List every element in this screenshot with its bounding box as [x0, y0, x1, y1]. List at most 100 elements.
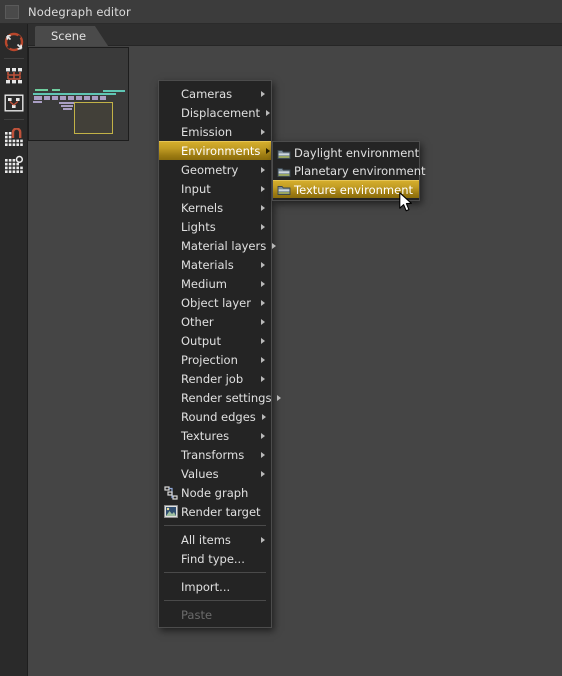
- menu-item-transforms[interactable]: Transforms: [159, 445, 271, 464]
- node-graph-navigator[interactable]: [28, 47, 129, 141]
- render-target-icon: [163, 504, 178, 519]
- menu-item-node-graph[interactable]: Node graph: [159, 483, 271, 502]
- menu-item-cameras[interactable]: Cameras: [159, 84, 271, 103]
- menu-item-label: Render settings: [181, 390, 272, 405]
- nodegraph-editor-window: Nodegraph editor Scene Cameras Displacem…: [0, 0, 562, 676]
- menu-item-label: Textures: [181, 428, 230, 443]
- node-group-icon[interactable]: [1, 63, 27, 89]
- menu-item-object-layer[interactable]: Object layer: [159, 293, 271, 312]
- submenu-arrow-icon: [261, 356, 265, 363]
- menu-item-label: Input: [181, 181, 211, 196]
- menu-item-displacement[interactable]: Displacement: [159, 103, 271, 122]
- menu-item-lights[interactable]: Lights: [159, 217, 271, 236]
- environment-icon: [276, 182, 291, 197]
- menu-item-environments[interactable]: Environments: [159, 141, 271, 160]
- window-title: Nodegraph editor: [28, 4, 131, 19]
- submenu-arrow-icon: [261, 337, 265, 344]
- tool-rail: [0, 24, 28, 676]
- menu-item-kernels[interactable]: Kernels: [159, 198, 271, 217]
- menu-item-label: Object layer: [181, 295, 251, 310]
- menu-item-label: Medium: [181, 276, 227, 291]
- grid-snap-icon[interactable]: [1, 151, 27, 177]
- submenu-arrow-icon: [261, 204, 265, 211]
- menu-item-label: Import...: [181, 579, 231, 594]
- menu-item-render-job[interactable]: Render job: [159, 369, 271, 388]
- menu-item-label: Render job: [181, 371, 244, 386]
- menu-item-all-items[interactable]: All items: [159, 530, 271, 549]
- menu-item-round-edges[interactable]: Round edges: [159, 407, 271, 426]
- environments-submenu[interactable]: Daylight environment Planetary environmen…: [272, 141, 426, 201]
- submenu-arrow-icon: [261, 536, 265, 543]
- menu-item-label: Planetary environment: [294, 164, 426, 178]
- submenu-arrow-icon: [272, 242, 277, 249]
- menu-item-geometry[interactable]: Geometry: [159, 160, 271, 179]
- submenu-arrow-icon: [266, 148, 271, 154]
- submenu-arrow-icon: [277, 394, 282, 401]
- menu-item-input[interactable]: Input: [159, 179, 271, 198]
- submenu-arrow-icon: [261, 451, 265, 458]
- tab-scene[interactable]: Scene: [35, 26, 109, 46]
- menu-item-label: Daylight environment: [294, 146, 420, 160]
- menu-item-label: All items: [181, 532, 231, 547]
- submenu-arrow-icon: [261, 128, 265, 135]
- menu-item-label: Environments: [181, 144, 261, 158]
- menu-item-render-target[interactable]: Render target: [159, 502, 271, 521]
- menu-item-import[interactable]: Import...: [159, 577, 271, 596]
- menu-item-label: Cameras: [181, 86, 233, 101]
- menu-separator: [164, 600, 266, 601]
- node-target-icon[interactable]: [1, 29, 27, 55]
- submenu-arrow-icon: [261, 375, 265, 382]
- menu-item-label: Emission: [181, 124, 233, 139]
- node-graph-icon: [163, 485, 178, 500]
- menu-item-planetary-environment[interactable]: Planetary environment: [273, 162, 426, 180]
- menu-item-daylight-environment[interactable]: Daylight environment: [273, 144, 419, 162]
- tab-label: Scene: [51, 29, 87, 43]
- submenu-arrow-icon: [261, 432, 265, 439]
- tab-strip: Scene: [28, 24, 562, 46]
- menu-item-emission[interactable]: Emission: [159, 122, 271, 141]
- environment-icon: [276, 164, 291, 179]
- submenu-arrow-icon: [261, 318, 265, 325]
- submenu-arrow-icon: [261, 413, 266, 420]
- node-select-icon[interactable]: [1, 90, 27, 116]
- submenu-arrow-icon: [261, 185, 265, 192]
- menu-item-projection[interactable]: Projection: [159, 350, 271, 369]
- submenu-arrow-icon: [261, 470, 265, 477]
- submenu-arrow-icon: [261, 261, 265, 268]
- rail-divider: [3, 58, 24, 59]
- submenu-arrow-icon: [261, 166, 265, 173]
- menu-item-output[interactable]: Output: [159, 331, 271, 350]
- menu-item-label: Render target: [181, 504, 261, 519]
- submenu-arrow-icon: [261, 299, 265, 306]
- menu-item-texture-environment[interactable]: Texture environment: [273, 180, 419, 198]
- menu-item-find-type[interactable]: Find type...: [159, 549, 271, 568]
- menu-item-textures[interactable]: Textures: [159, 426, 271, 445]
- menu-item-label: Geometry: [181, 162, 239, 177]
- menu-item-materials[interactable]: Materials: [159, 255, 271, 274]
- title-bar: Nodegraph editor: [0, 0, 562, 24]
- grid-magnet-icon[interactable]: [1, 124, 27, 150]
- menu-item-label: Find type...: [181, 551, 245, 566]
- menu-item-other[interactable]: Other: [159, 312, 271, 331]
- menu-item-paste: Paste: [159, 605, 271, 624]
- menu-item-label: Displacement: [181, 105, 261, 120]
- menu-item-values[interactable]: Values: [159, 464, 271, 483]
- menu-item-label: Node graph: [181, 485, 249, 500]
- menu-item-label: Paste: [181, 607, 213, 622]
- menu-item-label: Transforms: [181, 447, 245, 462]
- menu-item-label: Round edges: [181, 409, 256, 424]
- menu-item-label: Kernels: [181, 200, 224, 215]
- menu-separator: [164, 525, 266, 526]
- menu-item-label: Texture environment: [294, 182, 413, 197]
- menu-item-material-layers[interactable]: Material layers: [159, 236, 277, 255]
- submenu-arrow-icon: [266, 109, 271, 116]
- menu-item-label: Values: [181, 466, 219, 481]
- menu-item-label: Material layers: [181, 238, 267, 253]
- submenu-arrow-icon: [261, 280, 265, 287]
- window-menu-icon[interactable]: [5, 4, 19, 19]
- menu-item-label: Lights: [181, 219, 216, 234]
- menu-item-render-settings[interactable]: Render settings: [159, 388, 282, 407]
- context-menu[interactable]: Cameras Displacement Emission Environments G…: [158, 80, 282, 628]
- menu-item-medium[interactable]: Medium: [159, 274, 271, 293]
- menu-item-label: Output: [181, 333, 221, 348]
